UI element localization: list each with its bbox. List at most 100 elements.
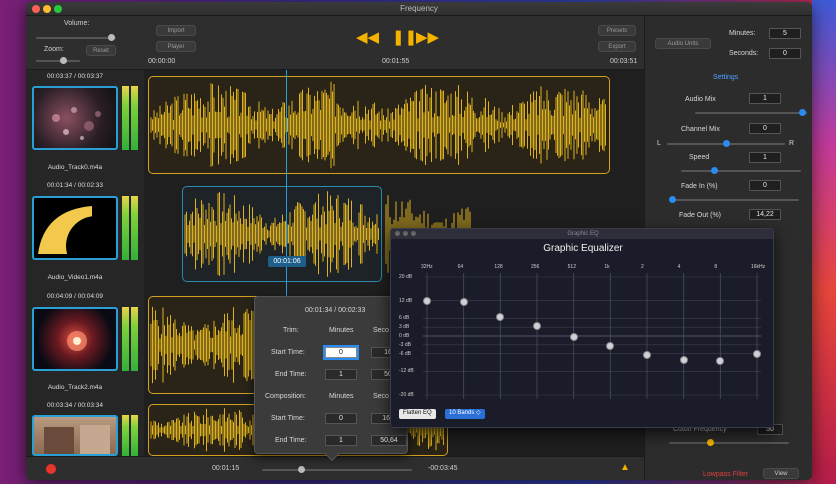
trim-popover: 00:01:34 / 00:02:33 Trim: Minutes Seco S… xyxy=(254,296,408,462)
flatten-eq-button[interactable]: Flatten EQ xyxy=(399,409,436,419)
pause-icon[interactable]: ❚❚ xyxy=(392,28,417,46)
start-time-label: Start Time: xyxy=(271,415,305,422)
trim-label: Trim: xyxy=(283,327,299,334)
track-thumbnail[interactable] xyxy=(32,86,118,150)
track-sidebar: 00:03:37 / 00:03:37 Audio_Track0.m4a 00:… xyxy=(26,70,144,456)
track-thumbnail[interactable] xyxy=(32,415,118,456)
audio-mix-label: Audio Mix xyxy=(685,96,716,103)
eq-frequency-label: 32Hz xyxy=(421,264,433,270)
fade-in-field[interactable]: 0 xyxy=(749,180,781,191)
zoom-button[interactable] xyxy=(54,5,62,13)
playhead-time-badge: 00:01:06 xyxy=(268,256,306,267)
minutes-label: Minutes: xyxy=(729,30,756,37)
speed-label: Speed xyxy=(689,154,710,161)
audio-mix-field[interactable]: 1 xyxy=(749,93,781,104)
cutoff-knob[interactable] xyxy=(707,439,714,446)
fade-out-field[interactable]: 14,22 xyxy=(749,209,781,220)
track-time: 00:03:34 / 00:03:34 xyxy=(46,402,104,409)
fade-out-label: Fade Out (%) xyxy=(679,212,722,219)
speed-field[interactable]: 1 xyxy=(749,152,781,163)
level-meter xyxy=(122,196,140,260)
waveform xyxy=(150,81,606,169)
zoom-knob[interactable] xyxy=(60,57,67,64)
desktop-edge xyxy=(812,0,836,484)
bottom-bar: 00:01:15 -00:03:45 ▲ xyxy=(26,456,644,480)
channel-mix-field[interactable]: 0 xyxy=(749,123,781,134)
audio-mix-slider[interactable] xyxy=(695,109,807,116)
trim-end-minutes[interactable]: 1 xyxy=(325,369,357,380)
fade-in-label: Fade In (%) xyxy=(681,183,718,190)
settings-heading[interactable]: Settings xyxy=(713,74,738,81)
start-time-label: Start Time: xyxy=(271,349,305,356)
minimize-button[interactable] xyxy=(43,5,51,13)
comp-start-minutes[interactable]: 0 xyxy=(325,413,357,424)
audio-units-button[interactable]: Audio Units xyxy=(655,38,711,49)
nebula-image xyxy=(67,331,87,351)
position-knob[interactable] xyxy=(298,466,305,473)
channel-left-label: L xyxy=(657,140,661,147)
presets-button[interactable]: Presets xyxy=(598,25,636,36)
minutes-field[interactable]: 5 xyxy=(769,28,801,39)
eq-band-handle[interactable] xyxy=(533,321,541,330)
reset-button[interactable]: Reset xyxy=(86,45,116,56)
eq-band-handle[interactable] xyxy=(753,349,761,358)
track-time: 00:01:34 / 00:02:33 xyxy=(46,182,104,189)
composition-label: Composition: xyxy=(265,393,306,400)
eq-db-label: -3 dB xyxy=(399,341,411,348)
import-button[interactable]: Import xyxy=(156,25,196,36)
record-button[interactable] xyxy=(46,464,56,474)
eq-frequency-label: 8 xyxy=(714,264,718,270)
warning-icon[interactable]: ▲ xyxy=(620,462,630,473)
cutoff-slider[interactable] xyxy=(669,439,789,446)
end-time-label: End Time: xyxy=(275,437,307,444)
channel-mix-knob[interactable] xyxy=(723,140,730,147)
timecode-start: 00:00:00 xyxy=(148,58,176,65)
eq-band-handle[interactable] xyxy=(459,298,468,307)
rewind-icon[interactable]: ◀◀ xyxy=(356,28,379,46)
eq-db-label: 6 dB xyxy=(399,315,410,322)
eq-db-label: 0 dB xyxy=(399,333,410,339)
minutes-column: Minutes xyxy=(329,393,354,400)
eq-frequency-label: 512 xyxy=(567,264,576,270)
fade-in-slider[interactable] xyxy=(669,196,799,203)
export-button[interactable]: Export xyxy=(598,41,636,52)
popover-header: 00:01:34 / 00:02:33 xyxy=(305,307,366,314)
eq-frequency-label: 64 xyxy=(457,264,464,270)
audio-clip-selected[interactable] xyxy=(182,186,382,282)
view-button[interactable]: View xyxy=(763,468,799,479)
channel-mix-slider[interactable] xyxy=(667,140,785,147)
volume-knob[interactable] xyxy=(108,34,115,41)
audio-mix-knob[interactable] xyxy=(799,109,806,116)
position-slider[interactable] xyxy=(262,466,412,473)
end-time-label: End Time: xyxy=(275,371,307,378)
eq-db-label: 12 dB xyxy=(399,297,413,304)
track-name: Audio_Track0.m4a xyxy=(47,164,103,171)
seconds-field[interactable]: 0 xyxy=(769,48,801,59)
eq-frequency-label: 16kHz xyxy=(751,264,766,270)
fast-forward-icon[interactable]: ▶▶ xyxy=(416,28,439,46)
eq-db-label: -6 dB xyxy=(399,350,411,357)
track-thumbnail[interactable] xyxy=(32,196,118,260)
volume-slider[interactable] xyxy=(36,34,116,41)
fade-in-knob[interactable] xyxy=(669,196,676,203)
eq-grid xyxy=(423,273,761,399)
bands-select[interactable]: 10 Bands ◇ xyxy=(445,409,485,419)
trim-start-minutes[interactable]: 0 xyxy=(323,345,359,360)
eq-frequency-label: 1k xyxy=(604,264,610,270)
comp-end-minutes[interactable]: 1 xyxy=(325,435,357,446)
lowpass-filter-label: Lowpass Filter xyxy=(703,471,749,478)
close-button[interactable] xyxy=(32,5,40,13)
track-name: Audio_Video1.m4a xyxy=(47,274,103,281)
audio-clip[interactable] xyxy=(148,76,610,174)
photo-image xyxy=(44,425,110,454)
eq-band-handle[interactable] xyxy=(679,355,688,364)
track-thumbnail[interactable] xyxy=(32,307,118,371)
bokeh-image xyxy=(52,107,101,140)
eq-band-handle[interactable] xyxy=(423,296,431,305)
channel-mix-label: Channel Mix xyxy=(681,126,720,133)
speed-slider[interactable] xyxy=(681,167,801,174)
comp-end-seconds[interactable]: 50,64 xyxy=(371,435,407,446)
player-button[interactable]: Player xyxy=(156,41,196,52)
speed-knob[interactable] xyxy=(711,167,718,174)
zoom-slider[interactable] xyxy=(36,57,80,64)
